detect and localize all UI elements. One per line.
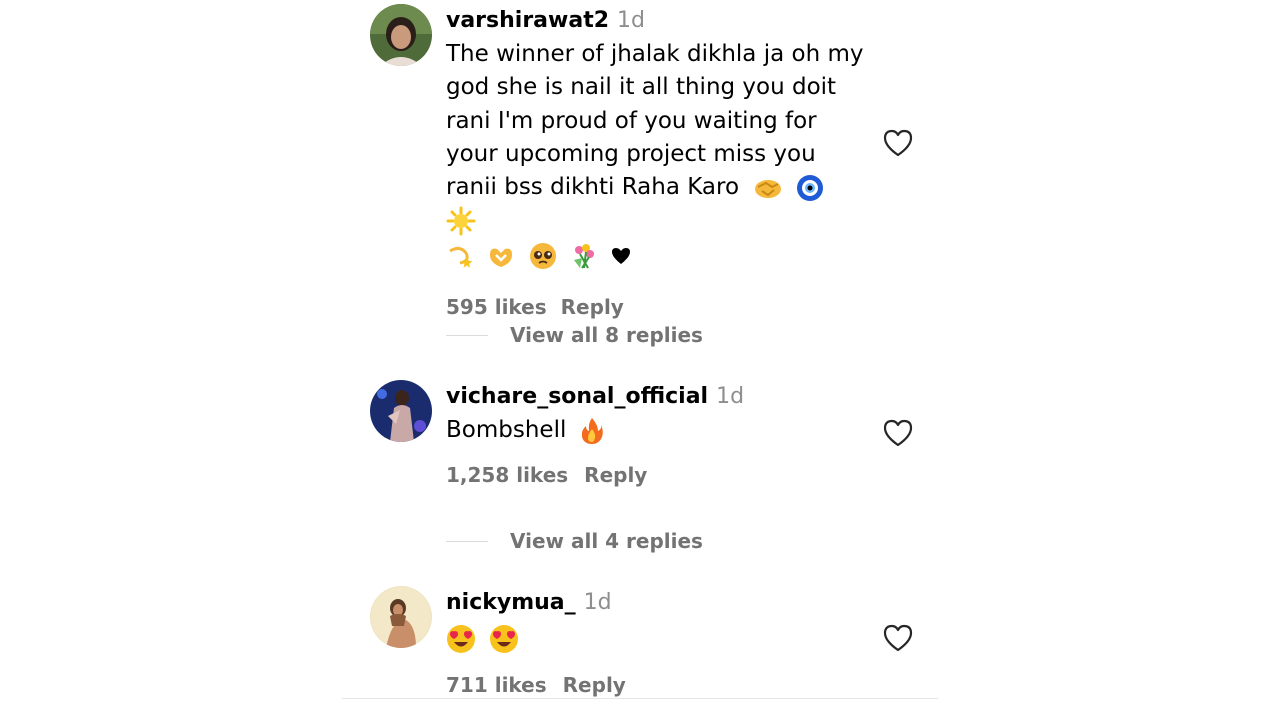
comment-body: varshirawat2 1d The winner of jhalak dikh… bbox=[446, 4, 866, 319]
comment-header: vichare_sonal_official 1d bbox=[446, 380, 866, 414]
likes-count[interactable]: 595 likes bbox=[446, 295, 547, 319]
avatar[interactable] bbox=[370, 380, 432, 442]
avatar[interactable] bbox=[370, 586, 432, 648]
comment-text-line: god she is nail it all thing you doit bbox=[446, 74, 837, 101]
comment-header: varshirawat2 1d bbox=[446, 4, 866, 38]
sun-emoji bbox=[446, 206, 476, 236]
like-heart-icon[interactable] bbox=[882, 128, 914, 158]
nazar-amulet-emoji bbox=[796, 174, 824, 202]
username-link[interactable]: nickymua_ bbox=[446, 590, 576, 615]
bouquet-emoji bbox=[570, 242, 598, 270]
reply-button[interactable]: Reply bbox=[563, 673, 626, 697]
bottom-divider bbox=[342, 698, 938, 699]
comment-text bbox=[446, 620, 866, 655]
timestamp[interactable]: 1d bbox=[584, 590, 612, 615]
comment-text-line: ranii bss dikhti Raha Karo bbox=[446, 171, 866, 238]
reply-button[interactable]: Reply bbox=[584, 463, 647, 487]
comment-text-line-text: ranii bss dikhti Raha Karo bbox=[446, 174, 740, 201]
likes-count[interactable]: 711 likes bbox=[446, 673, 547, 697]
comment-emoji-line bbox=[446, 240, 866, 273]
like-heart-icon[interactable] bbox=[882, 623, 914, 653]
like-heart-icon[interactable] bbox=[882, 418, 914, 448]
timestamp[interactable]: 1d bbox=[716, 384, 744, 409]
view-replies-label: View all 8 replies bbox=[510, 323, 703, 347]
handshake-emoji bbox=[754, 175, 782, 201]
heart-hands-emoji bbox=[487, 243, 515, 269]
view-replies-button[interactable]: View all 8 replies bbox=[446, 320, 703, 350]
pleading-face-emoji bbox=[529, 242, 557, 270]
reply-button[interactable]: Reply bbox=[561, 295, 624, 319]
fire-emoji bbox=[580, 417, 604, 445]
heart-eyes-emoji bbox=[489, 624, 519, 654]
username-link[interactable]: vichare_sonal_official bbox=[446, 384, 708, 409]
divider-dash bbox=[446, 334, 488, 336]
comment-text: The winner of jhalak dikhla ja oh my god… bbox=[446, 38, 866, 273]
comment-header: nickymua_ 1d bbox=[446, 586, 866, 620]
divider-dash bbox=[446, 540, 488, 542]
comment-text-line: The winner of jhalak dikhla ja oh my bbox=[446, 41, 864, 67]
username-link[interactable]: varshirawat2 bbox=[446, 8, 609, 33]
black-heart-emoji bbox=[611, 247, 631, 265]
timestamp[interactable]: 1d bbox=[617, 8, 645, 33]
view-replies-button[interactable]: View all 4 replies bbox=[446, 526, 703, 556]
likes-count[interactable]: 1,258 likes bbox=[446, 463, 568, 487]
view-replies-label: View all 4 replies bbox=[510, 529, 703, 553]
comment-text-line: rani I'm proud of you waiting for bbox=[446, 107, 817, 134]
comment-meta: 711 likes Reply bbox=[446, 673, 866, 697]
comment-text-line: your upcoming project miss you bbox=[446, 140, 816, 167]
comment-body: nickymua_ 1d 711 likes Reply bbox=[446, 586, 866, 697]
comment-body: vichare_sonal_official 1d Bombshell 1,258… bbox=[446, 380, 866, 487]
comment-text-line: Bombshell bbox=[446, 417, 567, 443]
avatar[interactable] bbox=[370, 4, 432, 66]
comment-meta: 595 likes Reply bbox=[446, 295, 866, 319]
heart-eyes-emoji bbox=[446, 624, 476, 654]
comment-text: Bombshell bbox=[446, 414, 866, 447]
dizzy-emoji bbox=[446, 243, 474, 269]
comment-meta: 1,258 likes Reply bbox=[446, 463, 866, 487]
